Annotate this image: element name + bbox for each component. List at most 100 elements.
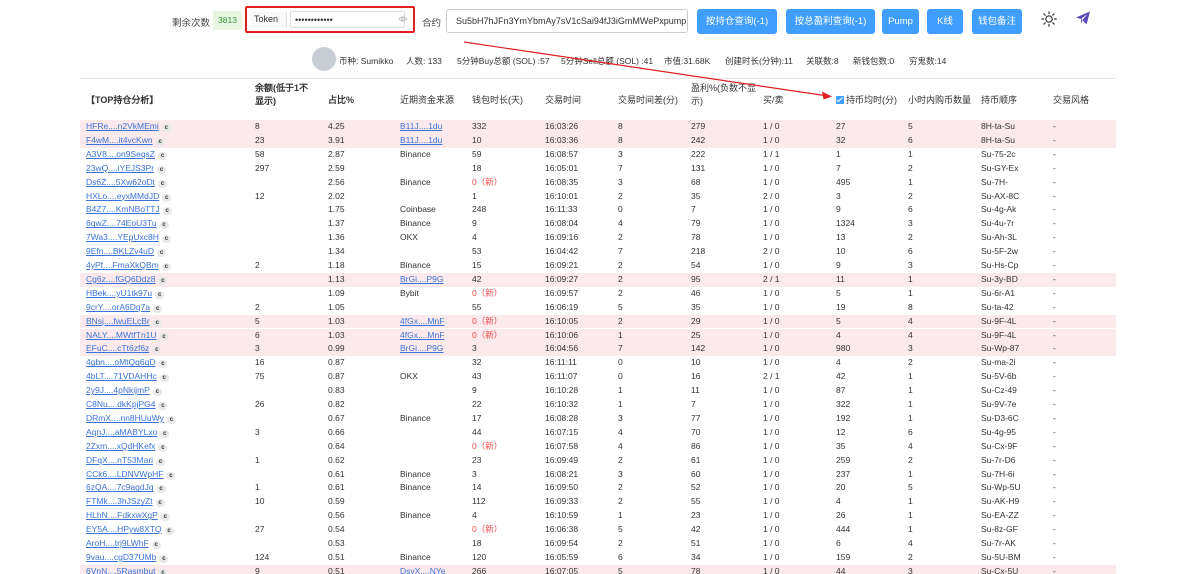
wallet-address-link[interactable]: 6VnN....5Rasmbut (86, 566, 155, 574)
copy-icon[interactable]: c (155, 290, 165, 299)
copy-icon[interactable]: c (161, 263, 171, 271)
cell-balance: 2 (255, 301, 260, 312)
wallet-address-link[interactable]: FTMk....3hJSzyZt (86, 496, 153, 506)
copy-icon[interactable]: c (158, 568, 168, 574)
wallet-address-link[interactable]: EY5A....HPyw8XTQ (86, 524, 162, 534)
copy-icon[interactable]: c (160, 513, 170, 522)
fund-source-link[interactable]: 4fGx....MnF (400, 330, 444, 340)
wallet-notes-button[interactable]: 钱包备注 (972, 9, 1022, 34)
table-row: BNsj....fwuELcBr c 5 1.03 4fGx....MnF 0（新） 16:… (80, 314, 1116, 329)
copy-icon[interactable]: c (158, 360, 168, 369)
checkbox-icon[interactable] (836, 96, 844, 104)
copy-icon[interactable]: c (155, 137, 165, 146)
copy-icon[interactable]: c (162, 207, 172, 216)
cell-share: 0.61 (328, 482, 345, 493)
wallet-address-link[interactable]: EFuC....cTt6zf6z (86, 343, 149, 353)
copy-icon[interactable]: c (151, 541, 161, 549)
eye-icon[interactable] (398, 14, 408, 24)
wallet-address-link[interactable]: HBek....yU1tk97u (86, 288, 152, 298)
cell-trade-style: - (1053, 134, 1056, 145)
wallet-address-link[interactable]: 7Wa3....YEpUxc8H (86, 232, 159, 242)
wallet-address-link[interactable]: Cg6z....fGQ6Ddz8 (86, 274, 155, 284)
query-by-holdings-button[interactable]: 按持仓查询(-1) (697, 9, 777, 34)
copy-icon[interactable]: c (158, 443, 168, 452)
cell-trade-style: - (1053, 121, 1056, 131)
cell-hold-order: Su-AX-8C (981, 190, 1020, 201)
cell-hold-order: 8H-ta-Su (981, 134, 1016, 145)
copy-icon[interactable]: c (159, 332, 169, 341)
fund-source-link[interactable]: B11J....1du (400, 135, 442, 145)
fund-source-link[interactable]: BrGi....P9G (400, 343, 443, 353)
cell-share: 0.64 (328, 440, 345, 451)
copy-icon[interactable]: c (162, 193, 172, 202)
cell-time-diff: 2 (618, 538, 623, 548)
col-header-avg-hold[interactable]: 持币均时(分) (836, 94, 897, 107)
copy-icon[interactable]: c (158, 402, 168, 410)
table-row: DFqX....nT53Mari c 1 0.62 23 16:09:49 2 61 1 / 0… (80, 454, 1116, 468)
wallet-address-link[interactable]: 4gbn....oMtQq6qD (86, 357, 155, 367)
copy-icon[interactable]: c (152, 388, 162, 397)
kline-button[interactable]: K线 (927, 9, 963, 34)
wallet-address-link[interactable]: AqnJ....aMABYLxo (86, 427, 157, 437)
fund-source-link[interactable]: DsyX....NYe (400, 566, 446, 574)
copy-icon[interactable]: c (159, 221, 169, 230)
copy-icon[interactable]: c (166, 471, 176, 480)
copy-icon[interactable]: c (158, 276, 168, 285)
wallet-address-link[interactable]: F4wM....it4vcKwn (86, 135, 153, 145)
cell-wallet-address: HLhN....FdkxwXgP c (86, 509, 170, 523)
wallet-address-link[interactable]: Ds6Z....5Xw62oDt (86, 177, 155, 187)
wallet-address-link[interactable]: DRmX....nn8HUuWy (86, 413, 164, 423)
wallet-address-link[interactable]: 2y9J....4pNkijmP (86, 385, 150, 395)
copy-icon[interactable]: c (153, 304, 163, 313)
wallet-address-link[interactable]: C8Nu....dkKpjPG4 (86, 399, 155, 409)
wallet-address-link[interactable]: 6qwZ....74EoU3Tu (86, 218, 157, 228)
wallet-address-link[interactable]: 9crY....orA6Dq7a (86, 302, 150, 312)
copy-icon[interactable]: c (157, 165, 167, 174)
copy-icon[interactable]: c (156, 485, 166, 494)
copy-icon[interactable]: c (159, 374, 169, 383)
copy-icon[interactable]: c (157, 179, 167, 188)
copy-icon[interactable]: c (161, 124, 171, 132)
copy-icon[interactable]: c (155, 499, 165, 508)
wallet-address-link[interactable]: AroH....trj9LWhF (86, 538, 149, 548)
wallet-address-link[interactable]: 4bLT....71VDAHHc (86, 371, 157, 381)
query-by-total-profit-button[interactable]: 按总盈利查询(-1) (786, 9, 875, 34)
token-input[interactable] (290, 11, 405, 28)
fund-source-link[interactable]: BrGi....P9G (400, 274, 443, 284)
wallet-address-link[interactable]: 6zQA....7c9agdJq (86, 482, 154, 492)
wallet-address-link[interactable]: HFRe....n2VkMEmi (86, 121, 159, 131)
copy-icon[interactable]: c (157, 249, 167, 258)
wallet-address-link[interactable]: HLhN....FdkxwXgP (86, 510, 158, 520)
sun-icon[interactable] (1041, 11, 1057, 27)
copy-icon[interactable]: c (152, 346, 162, 355)
contract-input[interactable] (446, 9, 688, 33)
wallet-address-link[interactable]: 4yPf....FmaXkQBm (86, 260, 159, 270)
wallet-address-link[interactable]: NALY....MWtfTn1U (86, 330, 157, 340)
wallet-address-link[interactable]: 2Zxm....xQdHKefx (86, 441, 155, 451)
wallet-address-link[interactable]: B4Z7....KmNBoTTJ (86, 204, 160, 214)
send-icon[interactable] (1075, 10, 1091, 26)
wallet-address-link[interactable]: 9vau....cgD37UMb (86, 552, 156, 562)
copy-icon[interactable]: c (158, 151, 167, 160)
copy-icon[interactable]: c (160, 429, 170, 438)
fund-source-link[interactable]: B11J....1du (400, 121, 442, 131)
copy-icon[interactable]: c (161, 235, 171, 244)
cell-profit: 77 (691, 412, 701, 423)
wallet-address-link[interactable]: BNsj....fwuELcBr (86, 316, 150, 326)
wallet-address-link[interactable]: 9Efn....BKLZv4uD (86, 246, 154, 256)
wallet-address-link[interactable]: 23wQ....iYEJS3Pr (86, 163, 154, 173)
copy-icon[interactable]: c (159, 554, 169, 563)
cell-balance: 124 (255, 551, 270, 562)
copy-icon[interactable]: c (156, 457, 166, 466)
cell-time-diff: 4 (618, 426, 623, 437)
wallet-address-link[interactable]: HXLo....eyxMMdJD (86, 191, 159, 201)
wallet-address-link[interactable]: DFqX....nT53Mari (86, 455, 153, 465)
pump-button[interactable]: Pump (882, 9, 919, 34)
cell-hourly-buys: 1 (908, 371, 913, 382)
copy-icon[interactable]: c (164, 527, 174, 536)
wallet-address-link[interactable]: A3V8....on9SeqsZ (86, 149, 155, 159)
copy-icon[interactable]: c (166, 415, 176, 424)
wallet-address-link[interactable]: CCk6....LDNVWpHF (86, 469, 163, 479)
copy-icon[interactable]: c (152, 318, 162, 327)
fund-source-link[interactable]: 4fGx....MnF (400, 316, 444, 326)
